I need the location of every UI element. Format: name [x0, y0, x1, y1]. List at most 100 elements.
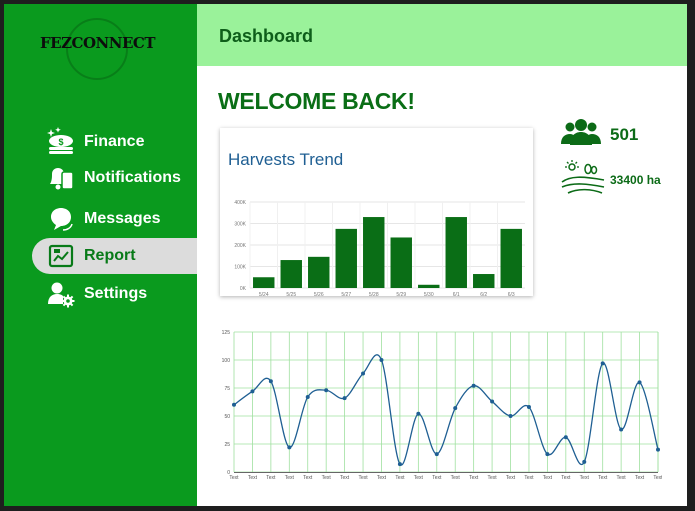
data-point [582, 459, 587, 464]
data-point [305, 394, 310, 399]
y-tick-label: 50 [224, 414, 230, 420]
data-point [656, 447, 660, 452]
series-line [233, 354, 659, 466]
data-point [324, 388, 329, 393]
data-point [471, 383, 476, 388]
svg-text:$: $ [58, 137, 63, 147]
bar [308, 256, 330, 288]
x-tick-label: Text [322, 475, 332, 480]
x-tick-label: Text [617, 475, 627, 480]
user-gear-icon [44, 279, 78, 309]
farm-field-icon [560, 160, 606, 199]
x-tick-label: Text [395, 475, 405, 480]
bar [418, 284, 440, 288]
x-tick-label: Text [598, 475, 608, 480]
chat-bubble-icon [44, 204, 78, 234]
data-point [361, 371, 366, 376]
y-tick-label: 100 [222, 358, 231, 364]
x-tick-label: 6/1 [453, 292, 460, 296]
x-tick-label: Text [414, 475, 424, 480]
x-tick-label: 6/2 [480, 292, 487, 296]
users-count: 501 [610, 124, 639, 144]
y-tick-label: 300K [234, 222, 246, 228]
x-tick-label: 5/26 [314, 292, 324, 296]
x-tick-label: Text [285, 475, 295, 480]
data-point [490, 399, 495, 404]
data-point [453, 406, 458, 411]
bell-icon [44, 163, 78, 193]
data-point [434, 452, 439, 457]
sidebar-item-label: Messages [84, 210, 161, 227]
users-stat: 501 [560, 118, 638, 151]
bar [445, 217, 467, 288]
data-point [526, 405, 531, 410]
x-tick-label: Text [248, 475, 258, 480]
x-tick-label: 6/3 [508, 292, 515, 296]
data-point [545, 452, 550, 457]
bar [280, 260, 302, 288]
y-tick-label: 100K [234, 265, 246, 271]
sidebar-item-label: Report [84, 247, 136, 264]
sidebar-item-settings[interactable]: Settings [32, 276, 197, 312]
line-chart-panel: 0 25 50 75 100 125 Text Text Text Text Text Text Tex… [216, 322, 664, 481]
data-point [600, 361, 605, 366]
x-tick-label: 5/29 [396, 292, 406, 296]
y-tick-label: 125 [222, 330, 231, 336]
x-tick-label: 5/25 [286, 292, 296, 296]
top-header: Dashboard [197, 4, 687, 66]
x-tick-label: Text [543, 475, 553, 480]
harvests-trend-card: Harvests Trend 0K 100K 200K 300K 400K 5/24 5/2… [220, 128, 533, 296]
data-point [250, 389, 255, 394]
area-value: 33400 ha [610, 172, 661, 187]
data-point [508, 414, 513, 418]
y-tick-label: 75 [224, 386, 230, 392]
x-tick-label: Text [635, 475, 645, 480]
users-group-icon [560, 118, 602, 151]
x-tick-label: Text [451, 475, 461, 480]
x-tick-label: 5/30 [424, 292, 434, 296]
data-point [379, 358, 384, 362]
data-point [397, 462, 402, 467]
app-window: FEZCONNECT $ Finance Notifications Messa… [4, 4, 687, 506]
bar [390, 237, 412, 288]
area-stat: 33400 ha [560, 160, 661, 199]
sidebar-item-notifications[interactable]: Notifications [32, 160, 197, 196]
x-tick-label: 5/28 [369, 292, 379, 296]
x-tick-label: Text [561, 475, 571, 480]
bar [500, 228, 522, 288]
sidebar-item-label: Settings [84, 285, 148, 302]
bar [473, 274, 495, 288]
money-coins-icon: $ [44, 127, 78, 157]
data-point [232, 402, 236, 407]
sidebar-item-label: Notifications [84, 169, 181, 186]
x-tick-label: Text [303, 475, 313, 480]
x-tick-label: Text [506, 475, 516, 480]
x-tick-label: 5/24 [259, 292, 269, 296]
x-tick-label: Text [432, 475, 442, 480]
bar [335, 228, 357, 288]
sidebar-item-report[interactable]: Report [32, 238, 197, 274]
logo-text: FEZCONNECT [40, 34, 156, 52]
sidebar-item-messages[interactable]: Messages [32, 201, 197, 237]
brand-logo[interactable]: FEZCONNECT [40, 18, 156, 80]
x-tick-label: Text [524, 475, 534, 480]
page-title: Dashboard [219, 26, 314, 46]
data-point [287, 445, 292, 450]
x-tick-label: Text [266, 475, 276, 480]
bar [363, 217, 385, 288]
x-tick-label: Text [358, 475, 368, 480]
sidebar-item-label: Finance [84, 133, 145, 150]
x-tick-label: Text [340, 475, 350, 480]
y-tick-label: 400K [234, 200, 246, 206]
x-tick-label: Text [377, 475, 387, 480]
x-tick-label: Text [469, 475, 479, 480]
x-tick-label: 5/27 [341, 292, 351, 296]
data-point [563, 435, 568, 440]
y-tick-label: 25 [224, 442, 230, 448]
line-chart: 0255075100125Text Text Text Text Text Text Tex… [222, 330, 664, 481]
y-tick-label: 200K [234, 243, 246, 249]
sidebar: FEZCONNECT $ Finance Notifications Messa… [4, 4, 197, 506]
data-point [268, 379, 273, 384]
sidebar-item-finance[interactable]: $ Finance [32, 124, 197, 160]
report-icon [44, 241, 78, 271]
